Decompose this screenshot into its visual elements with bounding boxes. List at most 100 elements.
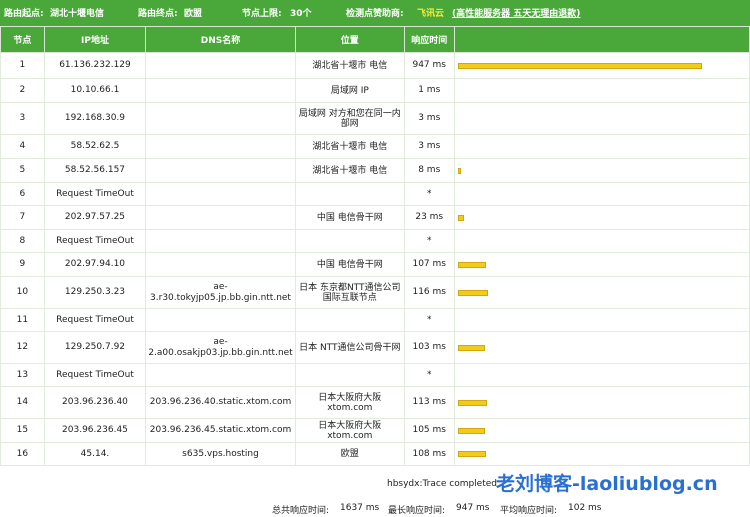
hop-cell: 16 [0,442,45,466]
latency-bar-cell [453,158,750,183]
ip-cell: 203.96.236.40 [43,386,147,419]
dns-cell [145,363,296,387]
latency-bar-cell [453,134,750,159]
hop-cell: 4 [0,134,45,159]
table-body: 1 61.136.232.129 湖北省十堰市 电信 947 ms 2 10.10.66.… [0,52,750,466]
hop-cell: 2 [0,78,45,103]
latency-bar [457,344,485,351]
dns-cell: ae-2.a00.osakjp03.jp.bb.gin.ntt.net [145,331,296,364]
hop-cell: 9 [0,252,45,277]
dns-cell [145,205,296,230]
dns-cell: 203.96.236.40.static.xtom.com [145,386,296,419]
response-time-cell: 108 ms [403,442,455,466]
sponsor-slogan-link[interactable]: (高性能服务器 五天无理由退款) [452,6,580,19]
hop-cell: 14 [0,386,45,419]
ip-cell: Request TimeOut [43,182,147,206]
hop-limit-label: 节点上限: [242,9,282,19]
response-time-cell: 8 ms [403,158,455,183]
ip-cell: 129.250.3.23 [43,276,147,309]
trace-header-bar: 路由起点: 湖北十堰电信 路由终点: 欧盟 节点上限: 30个 检测点赞助商: … [0,0,750,26]
hop-cell: 3 [0,102,45,135]
table-row: 4 58.52.62.5 湖北省十堰市 电信 3 ms [0,134,750,159]
location-cell: 日本 NTT通信公司骨干网 [294,331,405,364]
location-cell: 日本大阪府大阪 xtom.com [294,386,405,419]
latency-bar [457,214,464,221]
latency-bar-cell [453,418,750,443]
route-start-label: 路由起点: [4,9,44,19]
latency-bar-cell [453,229,750,253]
latency-bar [457,427,485,434]
hop-limit-value: 30个 [290,9,312,19]
latency-bar-cell [453,442,750,466]
dns-cell: ae-3.r30.tokyjp05.jp.bb.gin.ntt.net [145,276,296,309]
table-row: 14 203.96.236.40 203.96.236.40.static.xtom… [0,386,750,419]
response-time-cell: 107 ms [403,252,455,277]
latency-bar [457,289,488,296]
response-time-cell: * [403,363,455,387]
dns-cell [145,182,296,206]
column-header-hop: 节点 [0,26,45,53]
column-header-dns: DNS名称 [145,26,296,53]
route-end-value: 欧盟 [184,9,203,19]
sponsor-label: 检测点赞助商: [346,9,404,19]
latency-bar-cell [453,308,750,332]
dns-cell [145,52,296,79]
ip-cell: Request TimeOut [43,363,147,387]
response-time-cell: 105 ms [403,418,455,443]
dns-cell [145,78,296,103]
location-cell [294,182,405,206]
dns-cell [145,229,296,253]
ip-cell: 45.14. [43,442,147,466]
max-time-label: 最长响应时间: [388,506,446,516]
column-header-location: 位置 [294,26,405,53]
location-cell: 日本 东京都NTT通信公司国际互联节点 [294,276,405,309]
latency-bar-cell [453,363,750,387]
location-cell: 日本大阪府大阪 xtom.com [294,418,405,443]
location-cell: 欧盟 [294,442,405,466]
column-header-chart [453,26,750,53]
response-time-cell: 116 ms [403,276,455,309]
response-time-cell: 3 ms [403,102,455,135]
table-row: 12 129.250.7.92 ae-2.a00.osakjp03.jp.bb.gi… [0,331,750,364]
response-time-cell: * [403,308,455,332]
hop-cell: 8 [0,229,45,253]
route-end-label: 路由终点: [138,9,178,19]
response-time-cell: 947 ms [403,52,455,79]
column-header-response-time: 响应时间 [403,26,455,53]
table-row: 11 Request TimeOut * [0,308,750,332]
dns-cell: s635.vps.hosting [145,442,296,466]
location-cell: 湖北省十堰市 电信 [294,52,405,79]
table-row: 3 192.168.30.9 局域网 对方和您在同一内部网 3 ms [0,102,750,135]
table-row: 15 203.96.236.45 203.96.236.45.static.xtom… [0,418,750,443]
total-time-label: 总共响应时间: [272,506,330,516]
location-cell: 湖北省十堰市 电信 [294,158,405,183]
ip-cell: 58.52.62.5 [43,134,147,159]
table-row: 1 61.136.232.129 湖北省十堰市 电信 947 ms [0,52,750,79]
latency-bar-cell [453,52,750,79]
latency-bar [457,62,702,69]
response-time-cell: 1 ms [403,78,455,103]
latency-bar-cell [453,276,750,309]
ip-cell: Request TimeOut [43,308,147,332]
latency-bar-cell [453,386,750,419]
hop-cell: 6 [0,182,45,206]
response-time-cell: * [403,229,455,253]
latency-bar-cell [453,78,750,103]
hop-cell: 5 [0,158,45,183]
table-row: 10 129.250.3.23 ae-3.r30.tokyjp05.jp.bb.gi… [0,276,750,309]
sponsor-name-link[interactable]: 飞讯云 [417,6,444,19]
latency-bar [457,399,487,406]
route-start-value: 湖北十堰电信 [50,9,105,19]
response-time-cell: 103 ms [403,331,455,364]
blog-watermark: 老刘博客-laoliublog.cn [496,473,718,495]
response-time-cell: 113 ms [403,386,455,419]
dns-cell: 203.96.236.45.static.xtom.com [145,418,296,443]
latency-bar [457,167,461,174]
hop-cell: 12 [0,331,45,364]
table-row: 8 Request TimeOut * [0,229,750,253]
ip-cell: 61.136.232.129 [43,52,147,79]
dns-cell [145,102,296,135]
latency-bar [457,261,486,268]
max-time-value: 947 ms [456,503,490,513]
hop-cell: 11 [0,308,45,332]
